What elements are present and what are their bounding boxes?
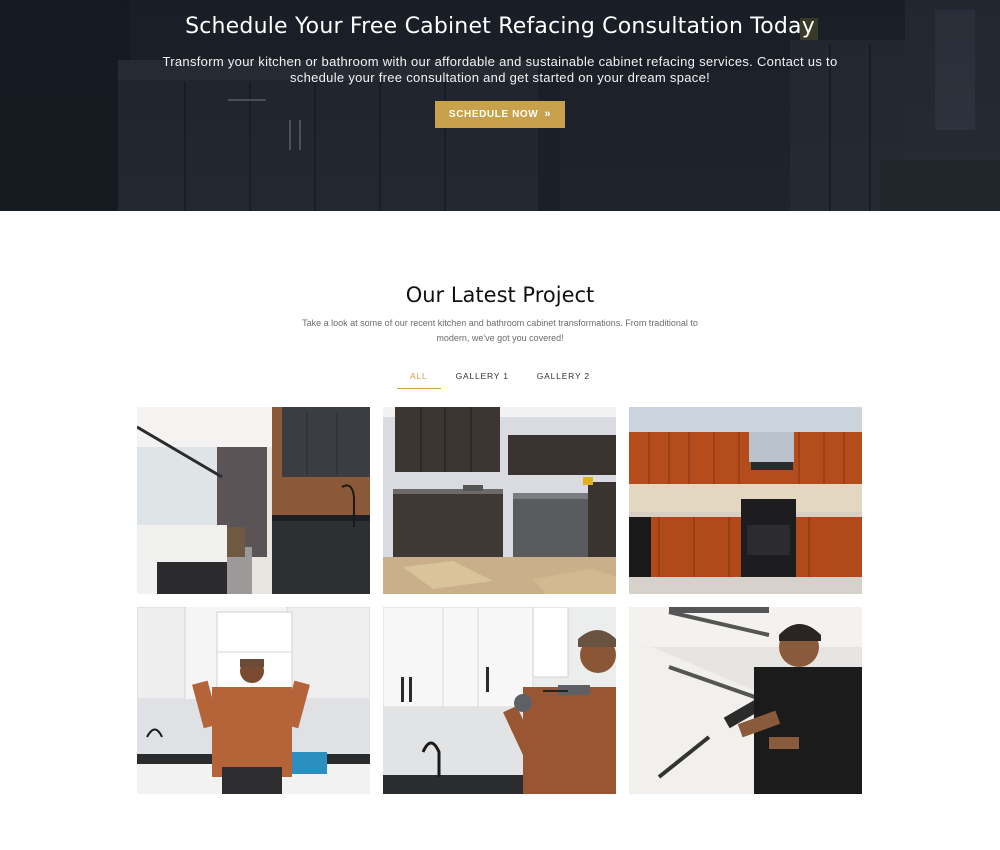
installer-cabinet-photo [137,607,370,794]
modern-kitchen-photo [137,407,370,594]
gallery-tile-drawer-slides[interactable] [629,607,862,794]
gallery-tile-renovation-kitchen[interactable] [383,407,616,594]
drawer-slides-photo [629,607,862,794]
gallery-tile-installer-cabinet[interactable] [137,607,370,794]
hero-title: Schedule Your Free Cabinet Refacing Cons… [185,14,815,39]
gallery-filter-tabs: ALL GALLERY 1 GALLERY 2 [0,369,1000,389]
gallery-tile-modern-kitchen[interactable] [137,407,370,594]
gallery-tile-installer-screwdriver[interactable] [383,607,616,794]
installer-screwdriver-photo [383,607,616,794]
section-description: Take a look at some of our recent kitche… [302,318,698,343]
double-chevron-right-icon: » [544,108,552,120]
project-gallery [137,407,862,795]
schedule-now-button[interactable]: SCHEDULE NOW » [435,101,565,128]
gallery-tile-wood-kitchen[interactable] [629,407,862,594]
schedule-now-label: SCHEDULE NOW [448,109,539,120]
filter-tab-gallery-2[interactable]: GALLERY 2 [524,369,603,389]
section-title: Our Latest Project [405,283,595,307]
hero-subtitle: Transform your kitchen or bathroom with … [162,54,838,85]
wood-kitchen-photo [629,407,862,594]
filter-tab-gallery-1[interactable]: GALLERY 1 [443,369,522,389]
renovation-kitchen-photo [383,407,616,594]
hero-banner: Schedule Your Free Cabinet Refacing Cons… [0,0,1000,211]
filter-tab-all[interactable]: ALL [397,369,441,389]
